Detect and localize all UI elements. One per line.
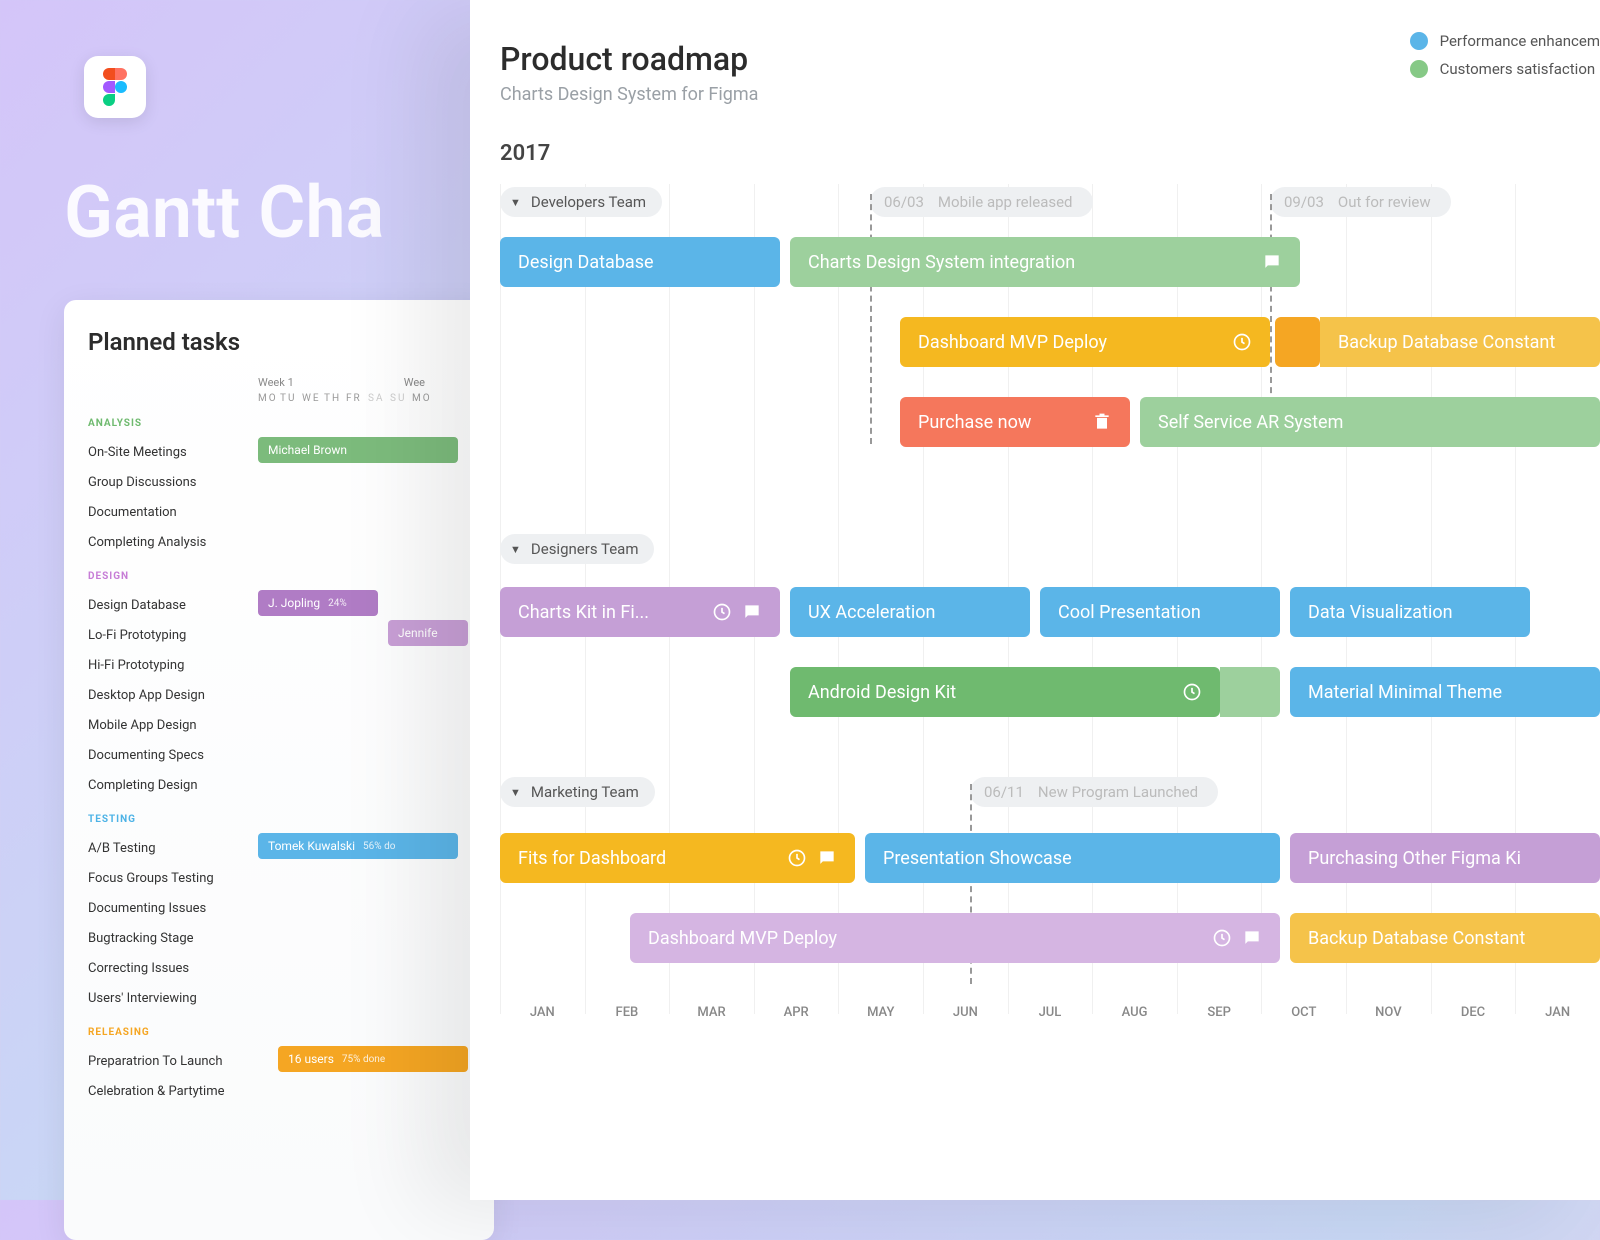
task-row[interactable]: Celebration & Partytime	[88, 1076, 470, 1106]
clock-icon[interactable]	[1182, 682, 1202, 702]
gantt-bar[interactable]	[1275, 317, 1320, 367]
gantt-bar[interactable]: Dashboard MVP Deploy	[630, 913, 1280, 963]
gantt-bar[interactable]: UX Acceleration	[790, 587, 1030, 637]
timeline: ▼Developers Team 06/03Mobile app release…	[500, 184, 1600, 1054]
task-row[interactable]: On-Site MeetingsMichael Brown	[88, 437, 470, 467]
task-bar[interactable]: Jennife	[388, 620, 468, 646]
gantt-bar[interactable]: Charts Design System integration	[790, 237, 1300, 287]
task-row[interactable]: Hi-Fi Prototyping	[88, 650, 470, 680]
task-row[interactable]: Completing Design	[88, 770, 470, 800]
task-bar[interactable]: Tomek Kuwalski56% do	[258, 833, 458, 859]
chevron-down-icon: ▼	[510, 786, 521, 799]
task-bar[interactable]: J. Jopling24%	[258, 590, 378, 616]
week-header: Week 1 Wee	[258, 376, 470, 389]
comment-icon[interactable]	[1262, 252, 1282, 272]
section-releasing: RELEASING	[88, 1027, 470, 1038]
gantt-bar[interactable]: Presentation Showcase	[865, 833, 1280, 883]
task-row[interactable]: Desktop App Design	[88, 680, 470, 710]
task-row[interactable]: Correcting Issues	[88, 953, 470, 983]
gantt-bar[interactable]	[1220, 667, 1280, 717]
legend-dot-green	[1410, 60, 1428, 78]
gantt-bar[interactable]: Fits for Dashboard	[500, 833, 855, 883]
roadmap-panel: Product roadmap Charts Design System for…	[470, 0, 1600, 1200]
clock-icon[interactable]	[1232, 332, 1252, 352]
legend: Performance enhancem Customers satisfact…	[1410, 32, 1600, 88]
gantt-bar[interactable]: Design Database	[500, 237, 780, 287]
clock-icon[interactable]	[712, 602, 732, 622]
task-row[interactable]: Documenting Specs	[88, 740, 470, 770]
task-row[interactable]: Documenting Issues	[88, 893, 470, 923]
clock-icon[interactable]	[1212, 928, 1232, 948]
task-row[interactable]: Completing Analysis	[88, 527, 470, 557]
milestone[interactable]: 09/03Out for review	[1270, 187, 1451, 217]
milestone[interactable]: 06/11New Program Launched	[970, 777, 1218, 807]
task-row[interactable]: Documentation	[88, 497, 470, 527]
task-row[interactable]: Preparatrion To Launch16 users75% done	[88, 1046, 470, 1076]
task-row[interactable]: Lo-Fi PrototypingJennife	[88, 620, 470, 650]
gantt-bar[interactable]: Cool Presentation	[1040, 587, 1280, 637]
comment-icon[interactable]	[742, 602, 762, 622]
gantt-bar[interactable]: Purchasing Other Figma Ki	[1290, 833, 1600, 883]
gantt-bar[interactable]: Data Visualization	[1290, 587, 1530, 637]
gantt-bar[interactable]: Dashboard MVP Deploy	[900, 317, 1270, 367]
group-developers[interactable]: ▼Developers Team	[500, 187, 662, 217]
figma-icon	[102, 68, 128, 106]
planned-tasks-card: Planned tasks Week 1 Wee MOTUWETHFRSASUM…	[64, 300, 494, 1240]
trash-icon[interactable]	[1092, 412, 1112, 432]
comment-icon[interactable]	[817, 848, 837, 868]
gantt-bar[interactable]: Self Service AR System	[1140, 397, 1600, 447]
legend-dot-blue	[1410, 32, 1428, 50]
gantt-bar[interactable]: Backup Database Constant	[1290, 913, 1600, 963]
chevron-down-icon: ▼	[510, 196, 521, 209]
planned-tasks-title: Planned tasks	[88, 328, 470, 356]
milestone[interactable]: 06/03Mobile app released	[870, 187, 1093, 217]
task-row[interactable]: Group Discussions	[88, 467, 470, 497]
section-design: DESIGN	[88, 571, 470, 582]
gantt-bar[interactable]: Purchase now	[900, 397, 1130, 447]
section-analysis: ANALYSIS	[88, 418, 470, 429]
gantt-bar[interactable]: Backup Database Constant	[1320, 317, 1600, 367]
task-row[interactable]: Users' Interviewing	[88, 983, 470, 1013]
month-labels: JANFEBMARAPRMAYJUNJULAUGSEPOCTNOVDECJAN	[500, 1005, 1600, 1020]
group-designers[interactable]: ▼Designers Team	[500, 534, 654, 564]
legend-item: Performance enhancem	[1410, 32, 1600, 50]
chevron-down-icon: ▼	[510, 543, 521, 556]
task-bar[interactable]: 16 users75% done	[278, 1046, 468, 1072]
section-testing: TESTING	[88, 814, 470, 825]
clock-icon[interactable]	[787, 848, 807, 868]
task-row[interactable]: Design DatabaseJ. Jopling24%	[88, 590, 470, 620]
comment-icon[interactable]	[1242, 928, 1262, 948]
days-row: MOTUWETHFRSASUMO	[258, 393, 470, 404]
gantt-bar[interactable]: Android Design Kit	[790, 667, 1220, 717]
background-title: Gantt Cha	[64, 170, 384, 255]
task-row[interactable]: A/B TestingTomek Kuwalski56% do	[88, 833, 470, 863]
task-row[interactable]: Bugtracking Stage	[88, 923, 470, 953]
gantt-bar[interactable]: Material Minimal Theme	[1290, 667, 1600, 717]
year-label: 2017	[500, 141, 1600, 166]
figma-logo-chip	[84, 56, 146, 118]
legend-item: Customers satisfaction	[1410, 60, 1600, 78]
task-row[interactable]: Focus Groups Testing	[88, 863, 470, 893]
group-marketing[interactable]: ▼Marketing Team	[500, 777, 655, 807]
task-bar[interactable]: Michael Brown	[258, 437, 458, 463]
task-row[interactable]: Mobile App Design	[88, 710, 470, 740]
gantt-bar[interactable]: Charts Kit in Fi...	[500, 587, 780, 637]
